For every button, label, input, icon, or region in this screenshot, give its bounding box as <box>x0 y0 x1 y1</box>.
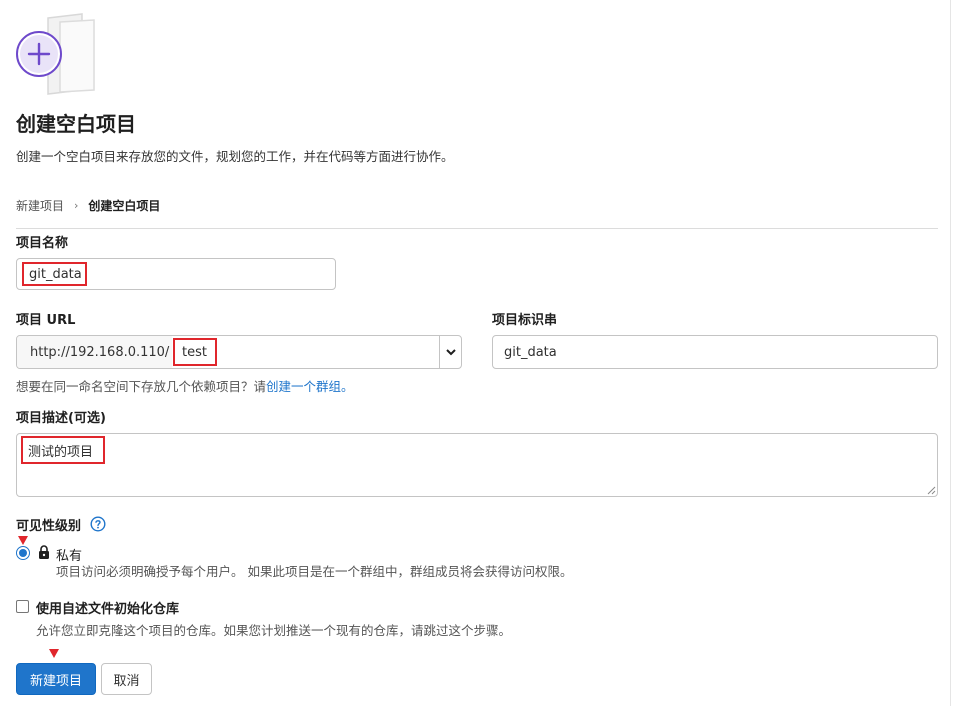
visibility-label: 可见性级别 <box>16 519 82 534</box>
page-title: 创建空白项目 <box>16 112 136 136</box>
plus-circle-icon <box>16 13 95 95</box>
breadcrumb-separator: › <box>74 199 79 212</box>
project-slug-input[interactable]: git_data <box>492 335 938 369</box>
page-edge-divider <box>950 0 951 706</box>
create-project-button[interactable]: 新建项目 <box>16 663 96 695</box>
cancel-button[interactable]: 取消 <box>101 663 152 695</box>
project-slug-label: 项目标识串 <box>492 313 558 328</box>
project-name-value[interactable]: git_data <box>22 262 87 286</box>
project-description-textarea[interactable] <box>16 433 938 497</box>
project-description-label: 项目描述(可选) <box>16 411 106 426</box>
breadcrumb-current: 创建空白项目 <box>88 199 161 213</box>
resize-handle-icon[interactable] <box>926 485 936 495</box>
project-url-label: 项目 URL <box>16 313 76 328</box>
group-hint-text: 想要在同一命名空间下存放几个依赖项目？请 <box>16 379 267 394</box>
initialize-readme-label[interactable]: 使用自述文件初始化仓库 <box>36 598 179 617</box>
visibility-private-radio[interactable] <box>16 546 30 560</box>
chevron-down-icon[interactable] <box>439 336 461 368</box>
project-url-group: http://192.168.0.110/ <box>16 335 462 369</box>
create-group-link[interactable]: 创建一个群组。 <box>266 379 354 394</box>
lock-icon <box>39 545 49 559</box>
breadcrumb: 新建项目 › 创建空白项目 <box>16 197 160 214</box>
visibility-private-help: 项目访问必须明确授予每个用户。 如果此项目是在一个群组中，群组成员将会获得访问权… <box>56 564 573 579</box>
breadcrumb-new-project[interactable]: 新建项目 <box>16 197 64 214</box>
page-description: 创建一个空白项目来存放您的文件，规划您的工作，并在代码等方面进行协作。 <box>16 149 454 164</box>
radio-selected-dot <box>19 549 27 557</box>
initialize-readme-help: 允许您立即克隆这个项目的仓库。如果您计划推送一个现有的仓库，请跳过这个步骤。 <box>36 623 512 638</box>
highlight-marker-icon <box>18 536 28 545</box>
initialize-readme-checkbox[interactable] <box>16 600 29 613</box>
group-hint: 想要在同一命名空间下存放几个依赖项目？请创建一个群组。 <box>16 376 354 395</box>
project-name-label: 项目名称 <box>16 236 69 251</box>
project-url-prefix: http://192.168.0.110/ <box>17 336 172 368</box>
project-description-value[interactable]: 测试的项目 <box>21 436 105 464</box>
question-circle-icon[interactable] <box>90 516 106 532</box>
breadcrumb-divider <box>16 228 938 229</box>
namespace-value[interactable]: test <box>173 338 217 366</box>
highlight-marker-icon <box>49 649 59 658</box>
